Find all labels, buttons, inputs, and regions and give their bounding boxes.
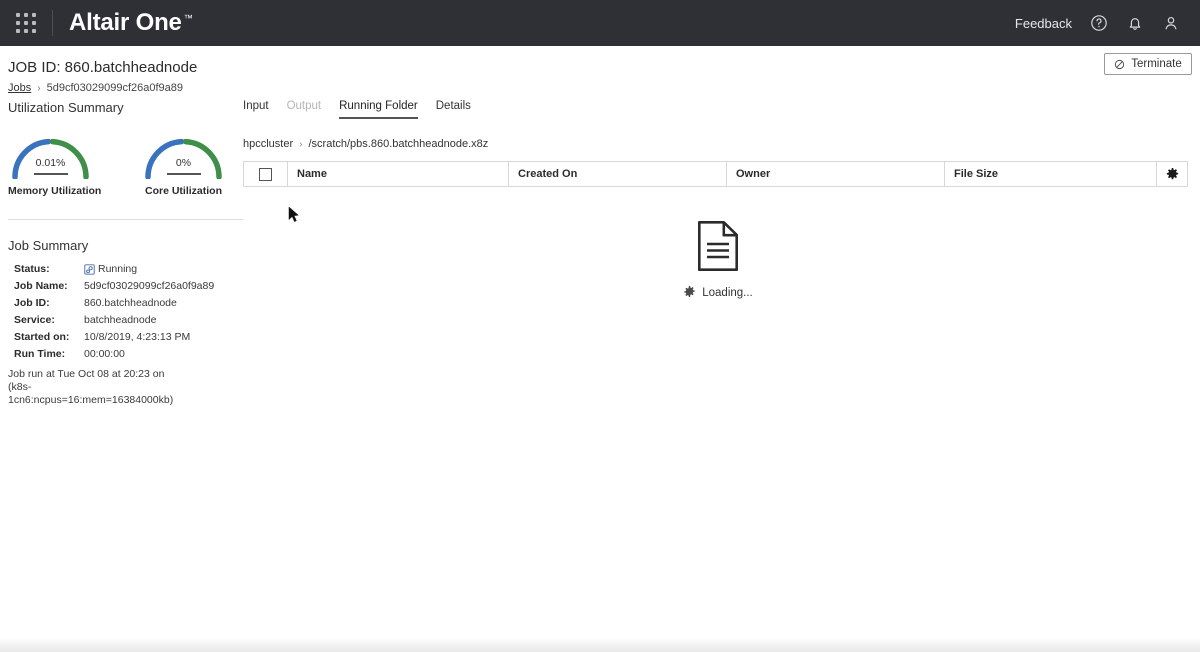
path-separator-icon: ›: [299, 138, 303, 150]
tab-details[interactable]: Details: [436, 100, 471, 119]
loading-indicator: Loading...: [683, 286, 753, 299]
breadcrumb-jobs-link[interactable]: Jobs: [8, 82, 31, 94]
breadcrumb-current: 5d9cf03029099cf26a0f9a89: [46, 82, 183, 94]
app-root: Altair One ™ Feedback JOB ID: 860.batchh…: [0, 0, 1200, 652]
file-list-empty-state: Loading...: [243, 220, 1193, 299]
core-gauge-needle: [166, 173, 201, 175]
file-table-header: Name Created On Owner File Size: [243, 161, 1193, 187]
service-value: batchheadnode: [84, 314, 157, 326]
top-navigation-bar: Altair One ™ Feedback: [0, 0, 1200, 46]
gear-icon: [1166, 167, 1179, 181]
status-value-wrap: Running: [84, 261, 137, 277]
user-icon[interactable]: [1162, 14, 1180, 32]
tab-bar: Input Output Running Folder Details: [243, 100, 1200, 126]
status-key: Status:: [14, 263, 50, 275]
bell-icon[interactable]: [1126, 14, 1144, 32]
feedback-link[interactable]: Feedback: [1015, 16, 1072, 31]
top-bar-actions: Feedback: [1015, 14, 1200, 32]
document-icon: [696, 220, 740, 272]
job-summary-row-job-name: Job Name: 5d9cf03029099cf26a0f9a89: [14, 278, 243, 294]
brand-logo: Altair One ™: [69, 9, 193, 37]
bottom-edge-band: [0, 638, 1200, 652]
page-header: JOB ID: 860.batchheadnode Jobs › 5d9cf03…: [0, 46, 1200, 98]
loading-text: Loading...: [702, 286, 753, 299]
table-settings-button[interactable]: [1156, 161, 1188, 187]
job-summary-fields: Status: Running Job Name: 5d9cf03029099c…: [0, 261, 243, 362]
path-current: /scratch/pbs.860.batchheadnode.x8z: [308, 138, 489, 150]
service-key: Service:: [14, 314, 55, 326]
status-value: Running: [98, 263, 138, 275]
terminate-button[interactable]: Terminate: [1104, 53, 1192, 75]
table-header-name[interactable]: Name: [287, 161, 509, 187]
breadcrumb: Jobs › 5d9cf03029099cf26a0f9a89: [8, 82, 183, 94]
table-header-created-on[interactable]: Created On: [508, 161, 727, 187]
help-circle-icon[interactable]: [1090, 14, 1108, 32]
core-gauge-arc: [145, 138, 222, 179]
run-time-value: 00:00:00: [84, 348, 125, 360]
job-id-value: 860.batchheadnode: [84, 297, 177, 309]
core-utilization-label: Core Utilization: [144, 185, 222, 197]
utilization-gauges: 0.01% Memory Utilization 0% Core Utiliza…: [0, 127, 243, 197]
trademark-symbol: ™: [183, 13, 193, 23]
left-panel: Utilization Summary 0.01% Memory Utiliza…: [0, 100, 243, 407]
tab-running-folder[interactable]: Running Folder: [339, 100, 418, 119]
job-summary-title: Job Summary: [8, 238, 89, 253]
table-header-owner[interactable]: Owner: [726, 161, 945, 187]
spinner-icon: [683, 286, 696, 299]
core-utilization-value: 0%: [175, 157, 192, 169]
apps-grid-icon[interactable]: [6, 0, 46, 46]
brand-text: Altair One: [69, 9, 182, 36]
job-summary-row-service: Service: batchheadnode: [14, 312, 243, 328]
utilization-summary-title: Utilization Summary: [8, 100, 124, 115]
run-time-key: Run Time:: [14, 348, 66, 360]
select-all-checkbox[interactable]: [259, 167, 272, 181]
terminate-button-label: Terminate: [1131, 58, 1182, 70]
table-header-select-all: [243, 161, 288, 187]
started-on-value: 10/8/2019, 4:23:13 PM: [84, 331, 191, 343]
memory-utilization-gauge: 0.01% Memory Utilization: [8, 127, 102, 197]
job-summary-row-job-id: Job ID: 860.batchheadnode: [14, 295, 243, 311]
job-run-note: Job run at Tue Oct 08 at 20:23 on (k8s-1…: [8, 368, 174, 406]
core-utilization-gauge: 0% Core Utilization: [141, 127, 226, 197]
panel-divider: [8, 219, 243, 220]
job-summary-row-run-time: Run Time: 00:00:00: [14, 346, 243, 362]
path-root-link[interactable]: hpccluster: [243, 138, 293, 150]
memory-utilization-label: Memory Utilization: [8, 185, 102, 197]
memory-gauge-arc: [12, 138, 89, 179]
started-on-key: Started on:: [14, 331, 70, 343]
ban-icon: [1114, 59, 1125, 70]
running-status-icon: [84, 263, 95, 275]
tab-input[interactable]: Input: [243, 100, 269, 119]
tab-output: Output: [286, 100, 322, 112]
page-title: JOB ID: 860.batchheadnode: [8, 59, 198, 76]
file-path-breadcrumb: hpccluster › /scratch/pbs.860.batchheadn…: [243, 138, 1200, 150]
table-header-file-size[interactable]: File Size: [944, 161, 1157, 187]
memory-gauge-needle: [33, 173, 68, 175]
job-summary-row-started-on: Started on: 10/8/2019, 4:23:13 PM: [14, 329, 243, 345]
job-summary-section: Job Summary Status: Running Job Name: 5d…: [0, 238, 243, 407]
main-panel: Input Output Running Folder Details hpcc…: [243, 100, 1200, 299]
breadcrumb-separator-icon: ›: [37, 82, 41, 94]
job-id-key: Job ID:: [14, 297, 50, 309]
memory-utilization-value: 0.01%: [35, 157, 66, 169]
job-name-key: Job Name:: [14, 280, 68, 292]
brand-divider: [52, 10, 53, 36]
job-summary-row-status: Status: Running: [14, 261, 243, 277]
job-name-value: 5d9cf03029099cf26a0f9a89: [84, 280, 215, 292]
